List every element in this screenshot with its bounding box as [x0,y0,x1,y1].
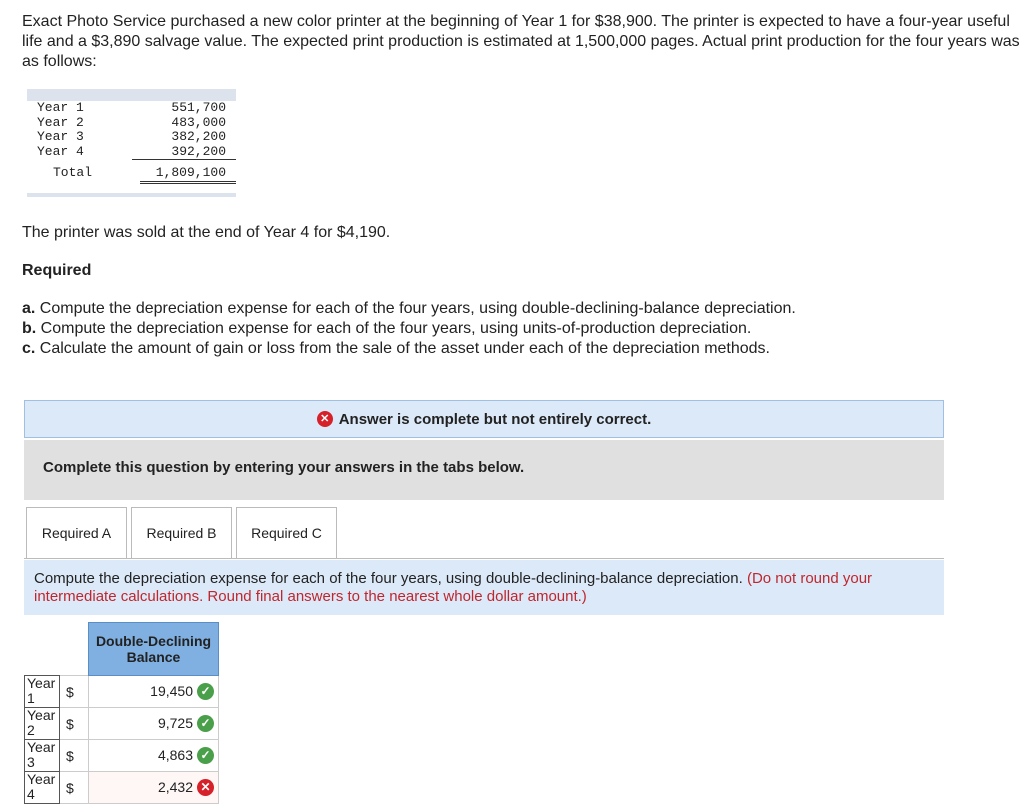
year-label: Year 3 [37,129,84,144]
pages-value: 551,700 [171,100,226,115]
year-label: Year 4 [37,143,84,159]
table-row: Year 2 $ 9,725 ✓ [24,707,219,740]
currency-symbol: $ [59,771,89,804]
check-icon: ✓ [197,683,214,701]
currency-symbol: $ [59,675,89,708]
requirement-letter: a. [22,300,36,317]
answer-status-banner: ✕ Answer is complete but not entirely co… [24,400,944,438]
check-icon: ✓ [197,715,214,733]
year-cell: Year 3 [24,739,60,772]
ddb-answer-table: Double-Declining Balance Year 1 $ 19,450… [24,622,219,804]
ddb-value: 9,725 [157,714,193,731]
requirement-letter: c. [22,340,36,357]
production-table: Year 1 551,700 Year 2 483,000 Year 3 382… [27,89,236,197]
ddb-value-input[interactable]: 2,432 ✕ [88,771,219,804]
requirement-item: a. Compute the depreciation expense for … [22,299,796,319]
instructions-box: Complete this question by entering your … [24,440,944,500]
table-row: Year 3 $ 4,863 ✓ [24,739,219,772]
ddb-value-input[interactable]: 9,725 ✓ [88,707,219,740]
requirement-text: Compute the depreciation expense for eac… [35,300,796,317]
year-label: Year 1 [37,100,84,115]
table-row: Year 1 $ 19,450 ✓ [24,675,219,708]
total-value: 1,809,100 [139,165,236,184]
ddb-value: 4,863 [157,746,193,763]
tab-divider [24,558,944,559]
ddb-column-header: Double-Declining Balance [88,622,219,676]
production-row: Year 4 392,200 [27,143,236,160]
pages-value: 392,200 [131,144,236,160]
ddb-value-input[interactable]: 19,450 ✓ [88,675,219,708]
table-bottom-bar [27,192,236,197]
check-icon: ✓ [197,747,214,765]
total-label: Total [53,165,93,180]
tab-required-a[interactable]: Required A [26,507,127,559]
year-cell: Year 1 [24,675,60,708]
pages-value: 382,200 [171,129,226,144]
error-x-icon: ✕ [197,779,214,797]
instruction-text: Compute the depreciation expense for eac… [34,570,743,587]
table-row: Year 4 $ 2,432 ✕ [24,771,219,804]
tab-required-c[interactable]: Required C [236,507,337,559]
required-heading: Required [22,262,92,279]
year-cell: Year 4 [24,771,60,804]
answer-status-text: Answer is complete but not entirely corr… [338,410,652,428]
sold-text: The printer was sold at the end of Year … [22,224,391,241]
requirements-list: a. Compute the depreciation expense for … [22,299,796,359]
requirement-item: b. Compute the depreciation expense for … [22,319,796,339]
currency-symbol: $ [59,739,89,772]
header-blank-cell [25,623,89,676]
ddb-value: 2,432 [157,778,193,795]
error-x-icon: ✕ [316,411,333,427]
requirement-text: Compute the depreciation expense for eac… [36,320,752,337]
production-total-row: Total 1,809,100 [27,165,236,184]
ddb-value: 19,450 [150,682,193,699]
requirement-letter: b. [22,320,37,337]
production-row: Year 3 382,200 [27,129,236,145]
ddb-value-input[interactable]: 4,863 ✓ [88,739,219,772]
requirement-text: Calculate the amount of gain or loss fro… [35,340,770,357]
year-label: Year 2 [37,114,84,130]
year-cell: Year 2 [24,707,60,740]
tab-bar: Required A Required B Required C [26,507,341,559]
requirement-item: c. Calculate the amount of gain or loss … [22,339,796,359]
complete-prompt: Complete this question by entering your … [43,459,525,476]
currency-symbol: $ [59,707,89,740]
production-row: Year 1 551,700 [27,100,236,116]
tab-instruction: Compute the depreciation expense for eac… [24,560,944,615]
production-row: Year 2 483,000 [27,114,236,131]
problem-intro: Exact Photo Service purchased a new colo… [22,13,1020,70]
pages-value: 483,000 [171,114,226,130]
tab-required-b[interactable]: Required B [131,507,232,559]
